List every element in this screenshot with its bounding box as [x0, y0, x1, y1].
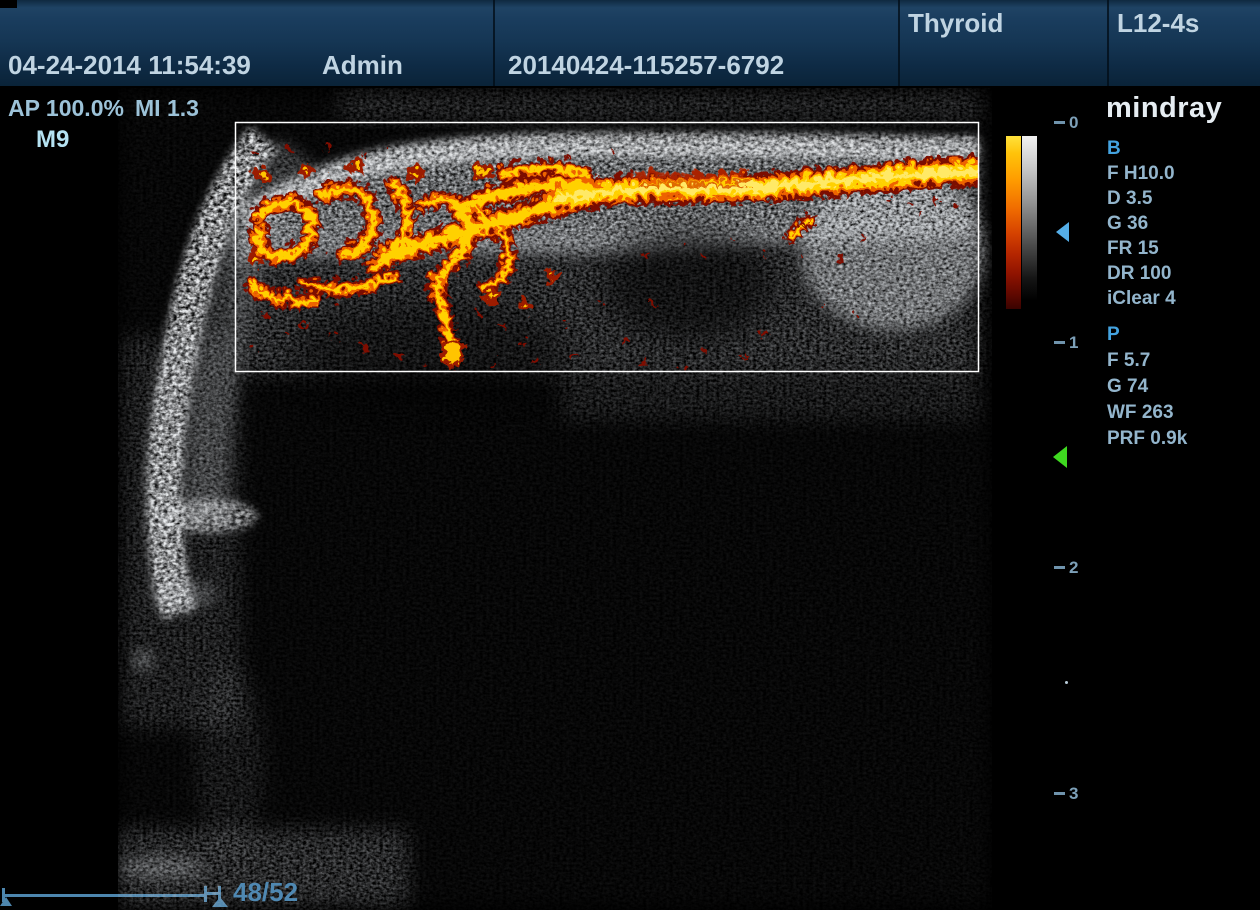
grayscale-bar	[1022, 136, 1037, 309]
acoustic-power-label: AP 100.0%	[8, 95, 124, 122]
b-mode-label: B	[1107, 136, 1176, 161]
b-param-frequency: F H10.0	[1107, 161, 1176, 186]
header-divider	[1107, 0, 1109, 86]
mechanical-index-label: MI 1.3	[135, 95, 199, 122]
p-param-frequency: F 5.7	[1107, 348, 1187, 374]
tick-dash	[1054, 121, 1065, 124]
header-divider	[898, 0, 900, 86]
system-model-label: M9	[36, 126, 69, 154]
depth-tick-1: 1	[1054, 334, 1078, 351]
p-mode-label: P	[1107, 322, 1187, 348]
mindray-logo: mindray	[1106, 92, 1222, 125]
depth-tick-0: 0	[1054, 114, 1078, 131]
header-divider	[493, 0, 495, 86]
exam-preset-button[interactable]: Thyroid	[908, 8, 1003, 39]
b-param-gain: G 36	[1107, 211, 1176, 236]
probe-button[interactable]: L12-4s	[1117, 8, 1199, 39]
power-mode-parameters: P F 5.7 G 74 WF 263 PRF 0.9k	[1107, 322, 1187, 452]
b-param-framerate: FR 15	[1107, 236, 1176, 261]
b-mode-parameters: B F H10.0 D 3.5 G 36 FR 15 DR 100 iClear…	[1107, 136, 1176, 311]
p-param-prf: PRF 0.9k	[1107, 426, 1187, 452]
exam-id-label[interactable]: 20140424-115257-6792	[508, 50, 784, 81]
depth-minor-dot	[1065, 681, 1068, 684]
header-notch	[0, 0, 17, 8]
tick-dash	[1054, 566, 1065, 569]
doppler-focus-marker-icon[interactable]	[1053, 446, 1067, 468]
header-bar: 04-24-2014 11:54:39 Admin 20140424-11525…	[0, 0, 1260, 86]
doppler-color-bar	[1006, 136, 1021, 309]
b-param-depth: D 3.5	[1107, 186, 1176, 211]
p-param-gain: G 74	[1107, 374, 1187, 400]
tick-dash	[1054, 341, 1065, 344]
b-param-iclear: iClear 4	[1107, 286, 1176, 311]
tick-dash	[1054, 792, 1065, 795]
ultrasound-screen: 04-24-2014 11:54:39 Admin 20140424-11525…	[0, 0, 1260, 910]
depth-tick-3: 3	[1054, 785, 1078, 802]
frame-counter: 48/52	[233, 877, 298, 908]
datetime-label: 04-24-2014 11:54:39	[8, 50, 251, 81]
ultrasound-image	[0, 0, 1260, 910]
p-param-wallfilter: WF 263	[1107, 400, 1187, 426]
focus-marker-icon[interactable]	[1056, 222, 1069, 242]
b-param-dynamicrange: DR 100	[1107, 261, 1176, 286]
depth-tick-2: 2	[1054, 559, 1078, 576]
operator-label[interactable]: Admin	[322, 50, 403, 81]
